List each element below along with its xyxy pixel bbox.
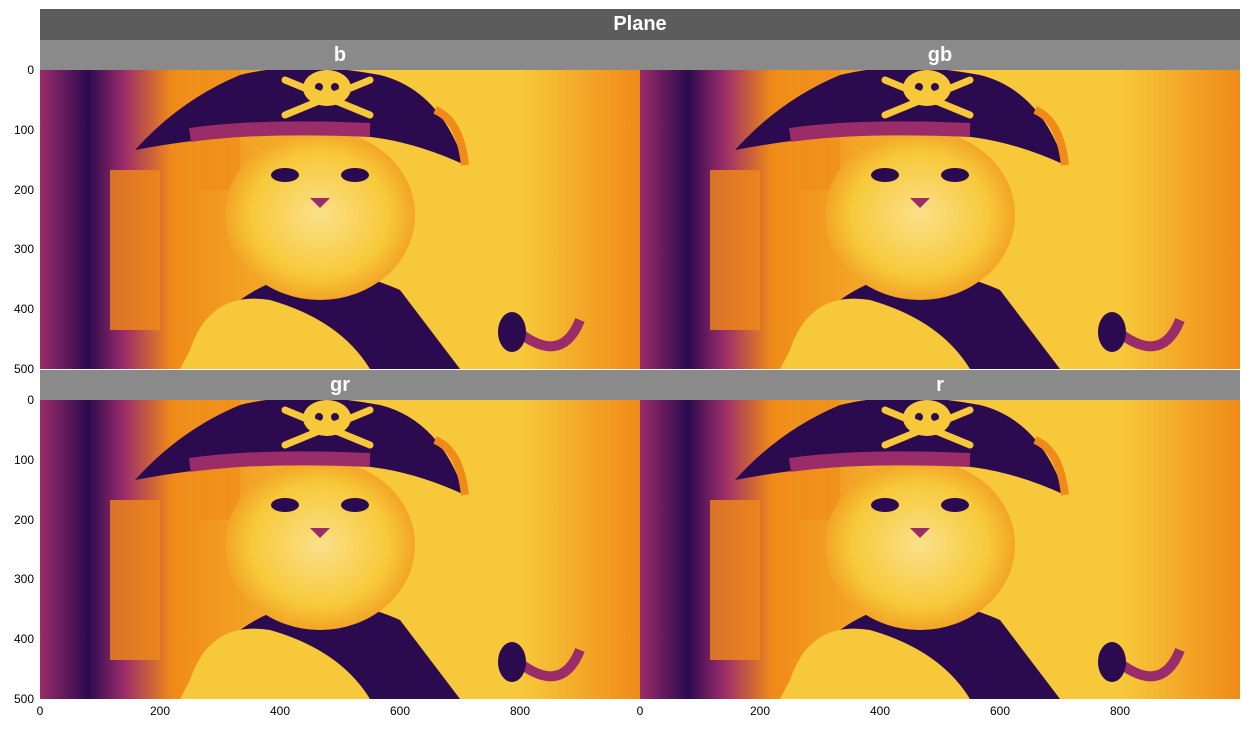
y-tick-label: 400	[13, 302, 34, 317]
cat-face	[825, 130, 1015, 300]
x-tick-label: 400	[269, 704, 291, 718]
x-tick-label: 600	[989, 704, 1011, 718]
y-tick-label: 500	[13, 362, 34, 376]
panel-title-gr: gr	[40, 370, 640, 400]
figure-title: Plane	[40, 9, 1240, 40]
x-tick-label: 800	[509, 704, 531, 718]
x-tick-label: 200	[749, 704, 771, 718]
panel-title-b: b	[40, 40, 640, 70]
cat-face	[225, 130, 415, 300]
x-tick-label: 600	[389, 704, 411, 718]
panel-title-r: r	[640, 370, 1240, 400]
x-tick-label: 200	[149, 704, 171, 718]
x-tick-label: 0	[36, 704, 44, 718]
figure: Plane b gb gr r 0 100 200 300 400 500 0 …	[0, 0, 1250, 729]
panel-image-gr	[40, 400, 640, 699]
x-tick-label: 400	[869, 704, 891, 718]
cat-face	[225, 460, 415, 630]
x-tick-label: 0	[636, 704, 644, 718]
y-tick-label: 300	[13, 572, 34, 587]
panel-image-b	[40, 70, 640, 369]
y-tick-label: 500	[13, 692, 34, 706]
y-tick-label: 200	[13, 182, 34, 197]
x-tick-label: 800	[1109, 704, 1131, 718]
y-tick-label: 0	[27, 63, 34, 77]
panel-title-gb: gb	[640, 40, 1240, 70]
y-tick-label: 100	[13, 122, 34, 137]
y-tick-label: 400	[13, 632, 34, 647]
y-tick-label: 100	[13, 452, 34, 467]
y-tick-label: 300	[13, 242, 34, 257]
panel-image-r	[640, 400, 1240, 699]
cat-face	[825, 460, 1015, 630]
panel-image-gb	[640, 70, 1240, 369]
y-tick-label: 0	[27, 393, 34, 407]
y-tick-label: 200	[13, 512, 34, 527]
